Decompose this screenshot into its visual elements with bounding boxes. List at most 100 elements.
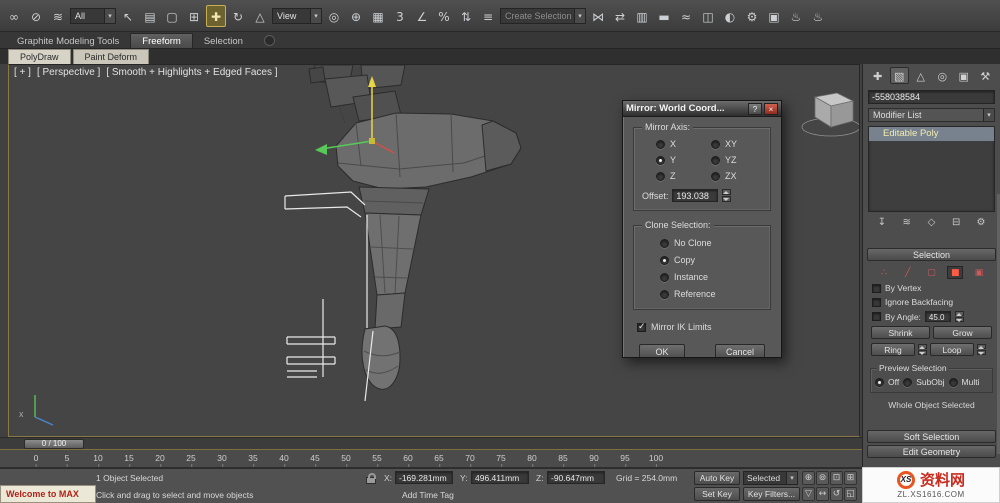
cancel-button[interactable]: Cancel	[715, 344, 765, 357]
orbit-icon[interactable]: ↺	[830, 487, 843, 501]
tab-graphite-modeling-tools[interactable]: Graphite Modeling Tools	[6, 34, 130, 48]
ribbon-toggle-icon[interactable]: ▬	[654, 5, 674, 27]
use-pivot-center-icon[interactable]: ◎	[324, 5, 344, 27]
by-angle-spinner[interactable]	[954, 311, 964, 322]
track-bar[interactable]: 0 5 10 15 20 25 30 35 40 45 50 55 60 65 70 75 80 85 90 95 10…	[0, 450, 862, 468]
preview-multi-radio[interactable]	[948, 377, 958, 387]
spinner-up-icon[interactable]	[722, 189, 732, 195]
preview-subobj-radio[interactable]	[903, 377, 913, 387]
dialog-titlebar[interactable]: Mirror: World Coord... ? ×	[623, 101, 781, 117]
spinner-down-icon[interactable]	[722, 196, 732, 202]
zoom-all-icon[interactable]: ⊚	[816, 471, 829, 485]
utilities-tab-icon[interactable]: ⚒	[976, 67, 996, 84]
ignore-backfacing-checkbox[interactable]: Ignore Backfacing	[866, 295, 997, 309]
zoom-extents-all-icon[interactable]: ⊞	[844, 471, 857, 485]
loop-button[interactable]: Loop	[930, 343, 974, 356]
by-angle-checkbox[interactable]: By Angle: 45.0	[866, 309, 997, 324]
y-coordinate-field[interactable]: 496.411mm	[471, 471, 529, 484]
snap-toggle-icon[interactable]: 3	[390, 5, 410, 27]
modifier-list-dropdown[interactable]: Modifier List	[868, 108, 995, 122]
tab-freeform[interactable]: Freeform	[130, 33, 193, 48]
selection-region-icon[interactable]: ▢	[162, 5, 182, 27]
modify-tab-icon[interactable]: ▧	[889, 67, 909, 84]
curve-editor-icon[interactable]: ≈	[676, 5, 696, 27]
radio-reference[interactable]: Reference	[660, 289, 764, 299]
rollout-selection[interactable]: Selection	[867, 248, 996, 261]
viewport-shading-menu[interactable]: [ Smooth + Highlights + Edged Faces ]	[106, 67, 277, 78]
rollout-edit-geometry[interactable]: Edit Geometry	[867, 445, 996, 458]
viewport-general-menu[interactable]: [ + ]	[14, 67, 31, 78]
pan-icon[interactable]: ↔	[816, 487, 829, 501]
ring-button[interactable]: Ring	[871, 343, 915, 356]
unlink-selection-icon[interactable]: ⊘	[26, 5, 46, 27]
checkbox-icon[interactable]	[872, 297, 881, 307]
layer-manager-icon[interactable]: ▥	[632, 5, 652, 27]
display-tab-icon[interactable]: ▣	[954, 67, 974, 84]
subtab-polydraw[interactable]: PolyDraw	[8, 49, 71, 64]
radio-axis-y[interactable]: Y	[656, 155, 711, 165]
x-coordinate-field[interactable]: -169.281mm	[395, 471, 453, 484]
radio-instance[interactable]: Instance	[660, 272, 764, 282]
mirror-ik-checkbox[interactable]: Mirror IK Limits	[637, 321, 769, 332]
radio-axis-z[interactable]: Z	[656, 171, 711, 181]
radio-icon[interactable]	[660, 255, 669, 265]
select-and-manipulate-icon[interactable]: ⊕	[346, 5, 366, 27]
zoom-icon[interactable]: ⊕	[802, 471, 815, 485]
render-setup-icon[interactable]: ⚙	[742, 5, 762, 27]
radio-axis-zx[interactable]: ZX	[711, 171, 766, 181]
by-angle-field[interactable]: 45.0	[924, 311, 951, 322]
border-icon[interactable]: ▢	[924, 266, 940, 279]
zoom-extents-icon[interactable]: ⊡	[830, 471, 843, 485]
radio-icon[interactable]	[660, 289, 669, 299]
radio-no-clone[interactable]: No Clone	[660, 238, 764, 248]
rollout-soft-selection[interactable]: Soft Selection	[867, 430, 996, 443]
key-mode-dropdown[interactable]: Selected	[743, 471, 798, 485]
checkbox-icon[interactable]	[872, 283, 881, 293]
radio-icon[interactable]	[660, 238, 669, 248]
mirror-dialog[interactable]: Mirror: World Coord... ? × Mirror Axis: …	[622, 100, 782, 358]
polygon-icon[interactable]: ■	[947, 266, 964, 279]
field-of-view-icon[interactable]: ▽	[802, 487, 815, 501]
loop-spinner[interactable]	[977, 344, 986, 355]
select-and-scale-icon[interactable]: △	[250, 5, 270, 27]
select-and-link-icon[interactable]: ∞	[4, 5, 24, 27]
render-iterative-icon[interactable]: ♨	[808, 5, 828, 27]
radio-axis-xy[interactable]: XY	[711, 139, 766, 149]
remove-modifier-icon[interactable]: ⊟	[948, 216, 964, 230]
radio-icon[interactable]	[656, 155, 665, 165]
named-selection-sets-icon[interactable]: ≡	[478, 5, 498, 27]
spinner-down-icon[interactable]	[918, 350, 927, 355]
viewcube[interactable]	[801, 92, 859, 137]
bind-to-space-warp-icon[interactable]: ≋	[48, 5, 68, 27]
radio-icon[interactable]	[656, 171, 665, 181]
dialog-close-button[interactable]: ×	[764, 102, 778, 115]
key-filters-button[interactable]: Key Filters...	[743, 487, 800, 501]
offset-spinner[interactable]	[722, 189, 732, 202]
create-tab-icon[interactable]: ✚	[868, 67, 888, 84]
spline-shapes[interactable]	[284, 191, 374, 402]
viewport-pov-menu[interactable]: [ Perspective ]	[37, 67, 100, 78]
select-by-name-icon[interactable]: ▤	[140, 5, 160, 27]
spinner-up-icon[interactable]	[918, 344, 927, 349]
preview-off-radio[interactable]	[875, 377, 884, 387]
angle-snap-icon[interactable]: ∠	[412, 5, 432, 27]
radio-icon[interactable]	[711, 139, 720, 149]
dialog-help-button[interactable]: ?	[748, 102, 762, 115]
subtab-paint-deform[interactable]: Paint Deform	[72, 49, 150, 64]
element-icon[interactable]: ▣	[971, 266, 987, 279]
by-vertex-checkbox[interactable]: By Vertex	[866, 281, 997, 295]
checkbox-icon[interactable]	[637, 321, 646, 332]
select-and-rotate-icon[interactable]: ↻	[228, 5, 248, 27]
radio-icon[interactable]	[660, 272, 669, 282]
ring-spinner[interactable]	[918, 344, 927, 355]
reference-coordinate-dropdown[interactable]: View	[272, 7, 322, 24]
material-editor-icon[interactable]: ◐	[720, 5, 740, 27]
spinner-snap-icon[interactable]: ⇅	[456, 5, 476, 27]
radio-copy[interactable]: Copy	[660, 255, 764, 265]
render-production-icon[interactable]: ♨	[786, 5, 806, 27]
radio-axis-yz[interactable]: YZ	[711, 155, 766, 165]
pin-stack-icon[interactable]: ↧	[874, 216, 890, 230]
align-icon[interactable]: ⇄	[610, 5, 630, 27]
maximize-viewport-icon[interactable]: ◱	[844, 487, 857, 501]
window-crossing-icon[interactable]: ⊞	[184, 5, 204, 27]
